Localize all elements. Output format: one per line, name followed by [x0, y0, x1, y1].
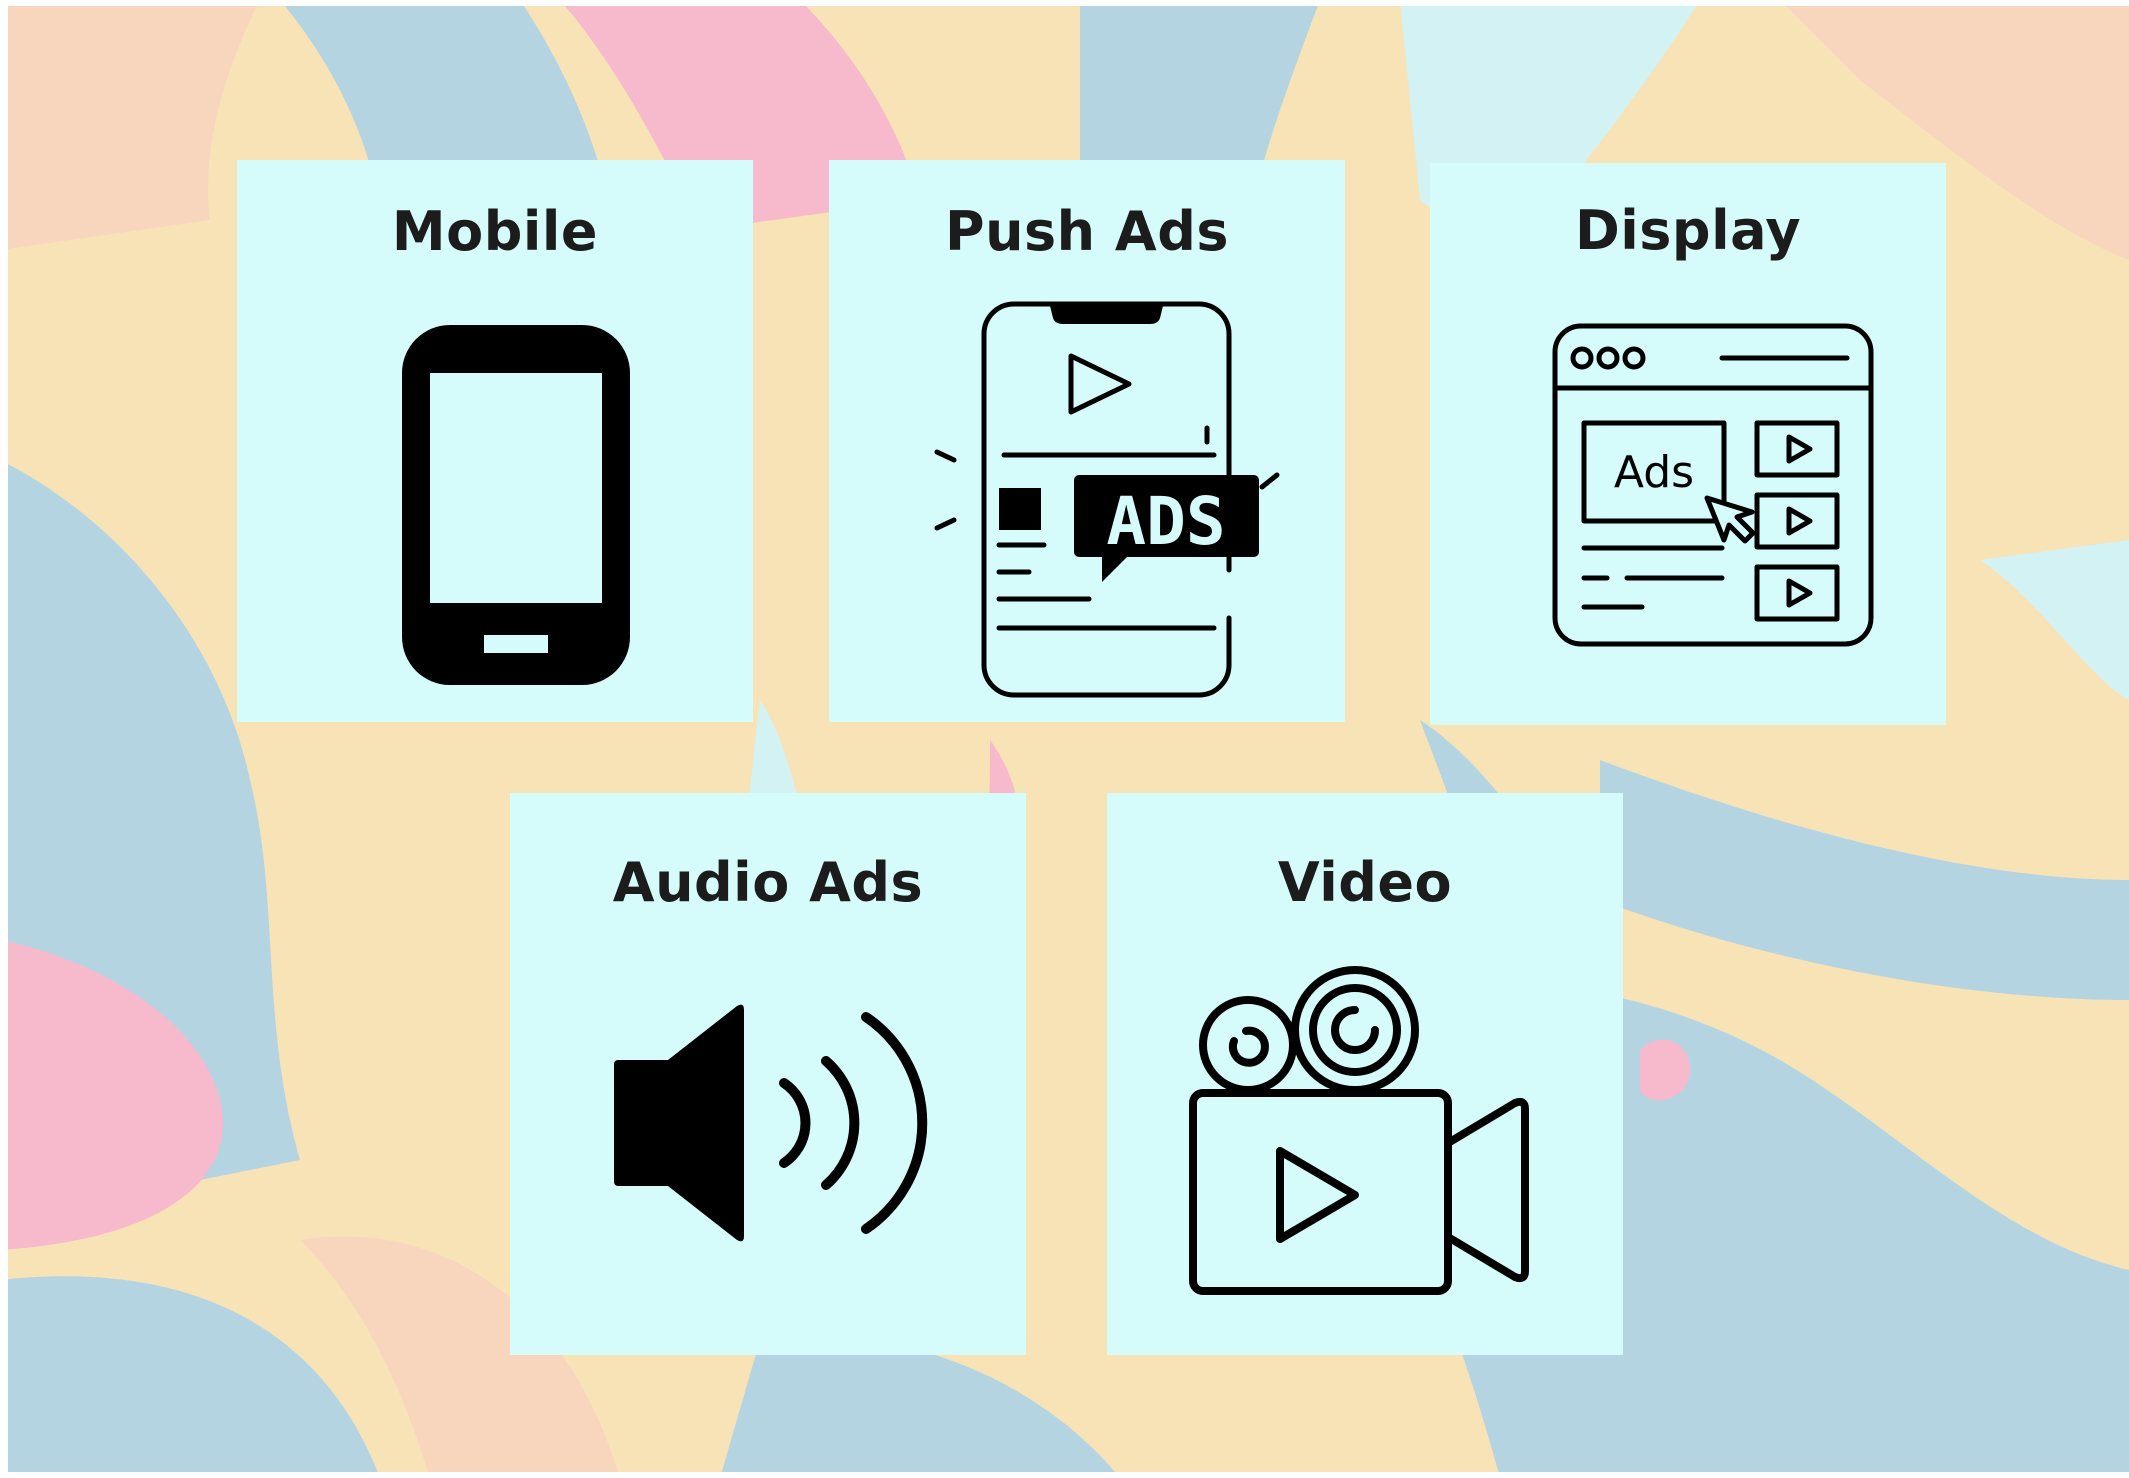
- speaker-volume-icon: [614, 1004, 928, 1242]
- ads-badge-text: ADS: [1106, 483, 1225, 560]
- smartphone-icon: [402, 325, 630, 685]
- card-video: Video: [1107, 793, 1623, 1355]
- push-ads-phone-icon: ADS: [934, 301, 1280, 698]
- card-mobile: Mobile: [237, 160, 753, 722]
- card-title-display: Display: [1574, 199, 1802, 262]
- card-title-video: Video: [1277, 851, 1453, 914]
- video-camera-icon: [1189, 966, 1529, 1295]
- card-title-push-ads: Push Ads: [945, 200, 1229, 263]
- card-title-mobile: Mobile: [391, 200, 599, 263]
- display-browser-icon: Ads: [1552, 323, 1874, 647]
- display-ads-label: Ads: [1614, 447, 1694, 498]
- card-title-audio-ads: Audio Ads: [612, 851, 924, 914]
- card-display: Display Ads: [1430, 163, 1946, 725]
- card-push-ads: Push Ads ADS: [829, 160, 1345, 722]
- card-audio-ads: Audio Ads: [510, 793, 1026, 1355]
